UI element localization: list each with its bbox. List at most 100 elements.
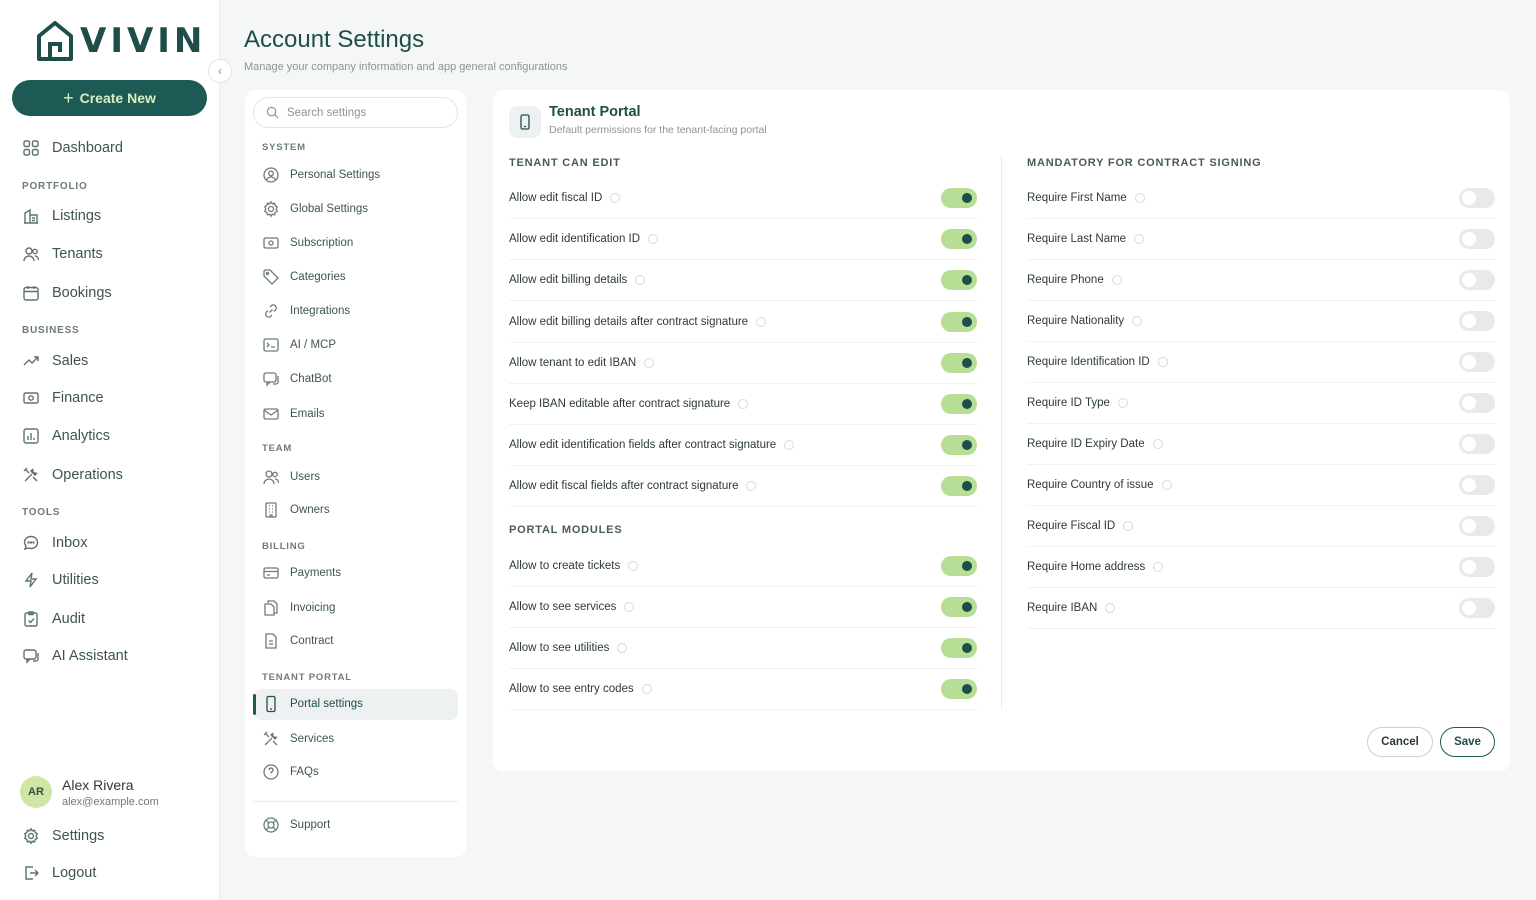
toggle-switch[interactable] <box>1459 229 1495 249</box>
info-icon[interactable] <box>641 684 652 694</box>
buildings-icon <box>24 208 38 224</box>
toggle-switch[interactable] <box>941 556 977 576</box>
toggle-switch[interactable] <box>941 352 977 373</box>
toggle-switch[interactable] <box>1459 598 1495 618</box>
toggle-switch[interactable] <box>1459 311 1495 331</box>
settings-users[interactable]: Users <box>262 468 320 486</box>
toggle-switch[interactable] <box>941 270 977 291</box>
nav-dashboard[interactable]: Dashboard <box>22 139 123 157</box>
setting-row: Allow to see utilities <box>509 628 977 669</box>
toggle-switch[interactable] <box>1459 475 1495 495</box>
info-icon[interactable] <box>648 234 659 245</box>
setting-label: Allow to see services <box>509 601 635 613</box>
info-icon[interactable] <box>1157 357 1168 367</box>
nav-sales-label: Sales <box>52 353 89 369</box>
nav-settings[interactable]: Settings <box>22 827 104 845</box>
settings-payments[interactable]: Payments <box>262 564 341 582</box>
cancel-button[interactable]: Cancel <box>1367 727 1433 757</box>
nav-ai-assistant-label: AI Assistant <box>52 648 128 664</box>
collapse-sidebar-button[interactable]: ‹ <box>208 59 232 83</box>
credit-card-icon <box>263 567 279 579</box>
info-icon[interactable] <box>1134 234 1145 244</box>
toggle-switch[interactable] <box>941 597 977 617</box>
nav-finance[interactable]: Finance <box>22 389 104 407</box>
chat-bubble-icon <box>23 535 39 551</box>
info-icon[interactable] <box>628 561 639 571</box>
info-icon[interactable] <box>1161 480 1172 490</box>
settings-categories[interactable]: Categories <box>262 268 346 286</box>
settings-support[interactable]: Support <box>262 816 330 834</box>
toggle-switch[interactable] <box>1459 270 1495 290</box>
settings-ai-mcp[interactable]: AI / MCP <box>262 336 336 354</box>
setting-row: Require Nationality <box>1027 301 1495 342</box>
settings-portal-settings[interactable]: Portal settings <box>262 695 363 713</box>
nav-sales[interactable]: Sales <box>22 352 88 370</box>
create-new-button[interactable]: + Create New <box>12 80 207 116</box>
search-placeholder: Search settings <box>287 106 367 119</box>
info-icon[interactable] <box>1153 562 1164 572</box>
toggle-switch[interactable] <box>941 188 977 208</box>
nav-audit[interactable]: Audit <box>22 610 85 628</box>
info-icon[interactable] <box>624 602 635 612</box>
settings-subscription[interactable]: Subscription <box>262 234 353 252</box>
info-icon[interactable] <box>1105 603 1116 613</box>
settings-global[interactable]: Global Settings <box>262 200 368 218</box>
info-icon[interactable] <box>1123 521 1134 531</box>
toggle-switch[interactable] <box>1459 516 1495 536</box>
users-icon <box>263 470 280 485</box>
search-input[interactable]: Search settings <box>253 97 458 128</box>
settings-personal[interactable]: Personal Settings <box>262 166 380 184</box>
info-icon[interactable] <box>610 193 621 203</box>
info-icon[interactable] <box>784 440 795 451</box>
info-icon[interactable] <box>738 399 749 409</box>
info-icon[interactable] <box>617 643 628 653</box>
nav-bookings[interactable]: Bookings <box>22 284 112 302</box>
nav-tenants[interactable]: Tenants <box>22 245 103 263</box>
nav-inbox[interactable]: Inbox <box>22 534 87 552</box>
toggle-switch[interactable] <box>941 679 977 699</box>
toggle-switch[interactable] <box>1459 188 1495 208</box>
settings-services[interactable]: Services <box>262 730 334 748</box>
toggle-switch[interactable] <box>1459 557 1495 577</box>
settings-faqs[interactable]: FAQs <box>262 763 319 781</box>
settings-emails[interactable]: Emails <box>262 405 325 423</box>
toggle-switch[interactable] <box>941 476 977 497</box>
info-icon[interactable] <box>635 275 646 286</box>
setting-label: Require IBAN <box>1027 602 1116 614</box>
info-icon[interactable] <box>1117 398 1128 408</box>
toggle-switch[interactable] <box>941 394 977 414</box>
nav-analytics[interactable]: Analytics <box>22 427 110 445</box>
toggle-switch[interactable] <box>1459 434 1495 454</box>
nav-logout[interactable]: Logout <box>22 864 96 882</box>
setting-label: Allow to see entry codes <box>509 683 652 695</box>
nav-operations[interactable]: Operations <box>22 466 123 484</box>
info-icon[interactable] <box>756 316 767 327</box>
setting-row: Require Phone <box>1027 260 1495 301</box>
settings-invoicing[interactable]: Invoicing <box>262 599 335 617</box>
info-icon[interactable] <box>1152 439 1163 449</box>
info-icon[interactable] <box>746 481 757 492</box>
settings-integrations[interactable]: Integrations <box>262 302 350 320</box>
settings-users-label: Users <box>290 471 321 483</box>
settings-owners[interactable]: Owners <box>262 501 330 519</box>
user-profile[interactable]: AR Alex Rivera alex@example.com <box>20 776 159 808</box>
save-button[interactable]: Save <box>1440 727 1495 757</box>
toggle-switch[interactable] <box>941 435 977 456</box>
toggle-switch[interactable] <box>1459 352 1495 372</box>
toggle-switch[interactable] <box>941 311 977 332</box>
vivin-logo[interactable]: VIVIN <box>36 20 206 62</box>
settings-chatbot[interactable]: ChatBot <box>262 370 332 388</box>
info-icon[interactable] <box>644 357 655 368</box>
toggle-switch[interactable] <box>941 229 977 250</box>
toggle-switch[interactable] <box>1459 393 1495 413</box>
settings-emails-label: Emails <box>290 408 325 420</box>
nav-listings[interactable]: Listings <box>22 207 101 225</box>
info-icon[interactable] <box>1134 193 1145 203</box>
info-icon[interactable] <box>1111 275 1122 285</box>
settings-contract[interactable]: Contract <box>262 632 333 650</box>
info-icon[interactable] <box>1132 316 1143 326</box>
toggle-switch[interactable] <box>941 638 977 658</box>
nav-utilities-label: Utilities <box>52 572 99 588</box>
nav-utilities[interactable]: Utilities <box>22 571 99 589</box>
nav-ai-assistant[interactable]: AI Assistant <box>22 647 128 665</box>
